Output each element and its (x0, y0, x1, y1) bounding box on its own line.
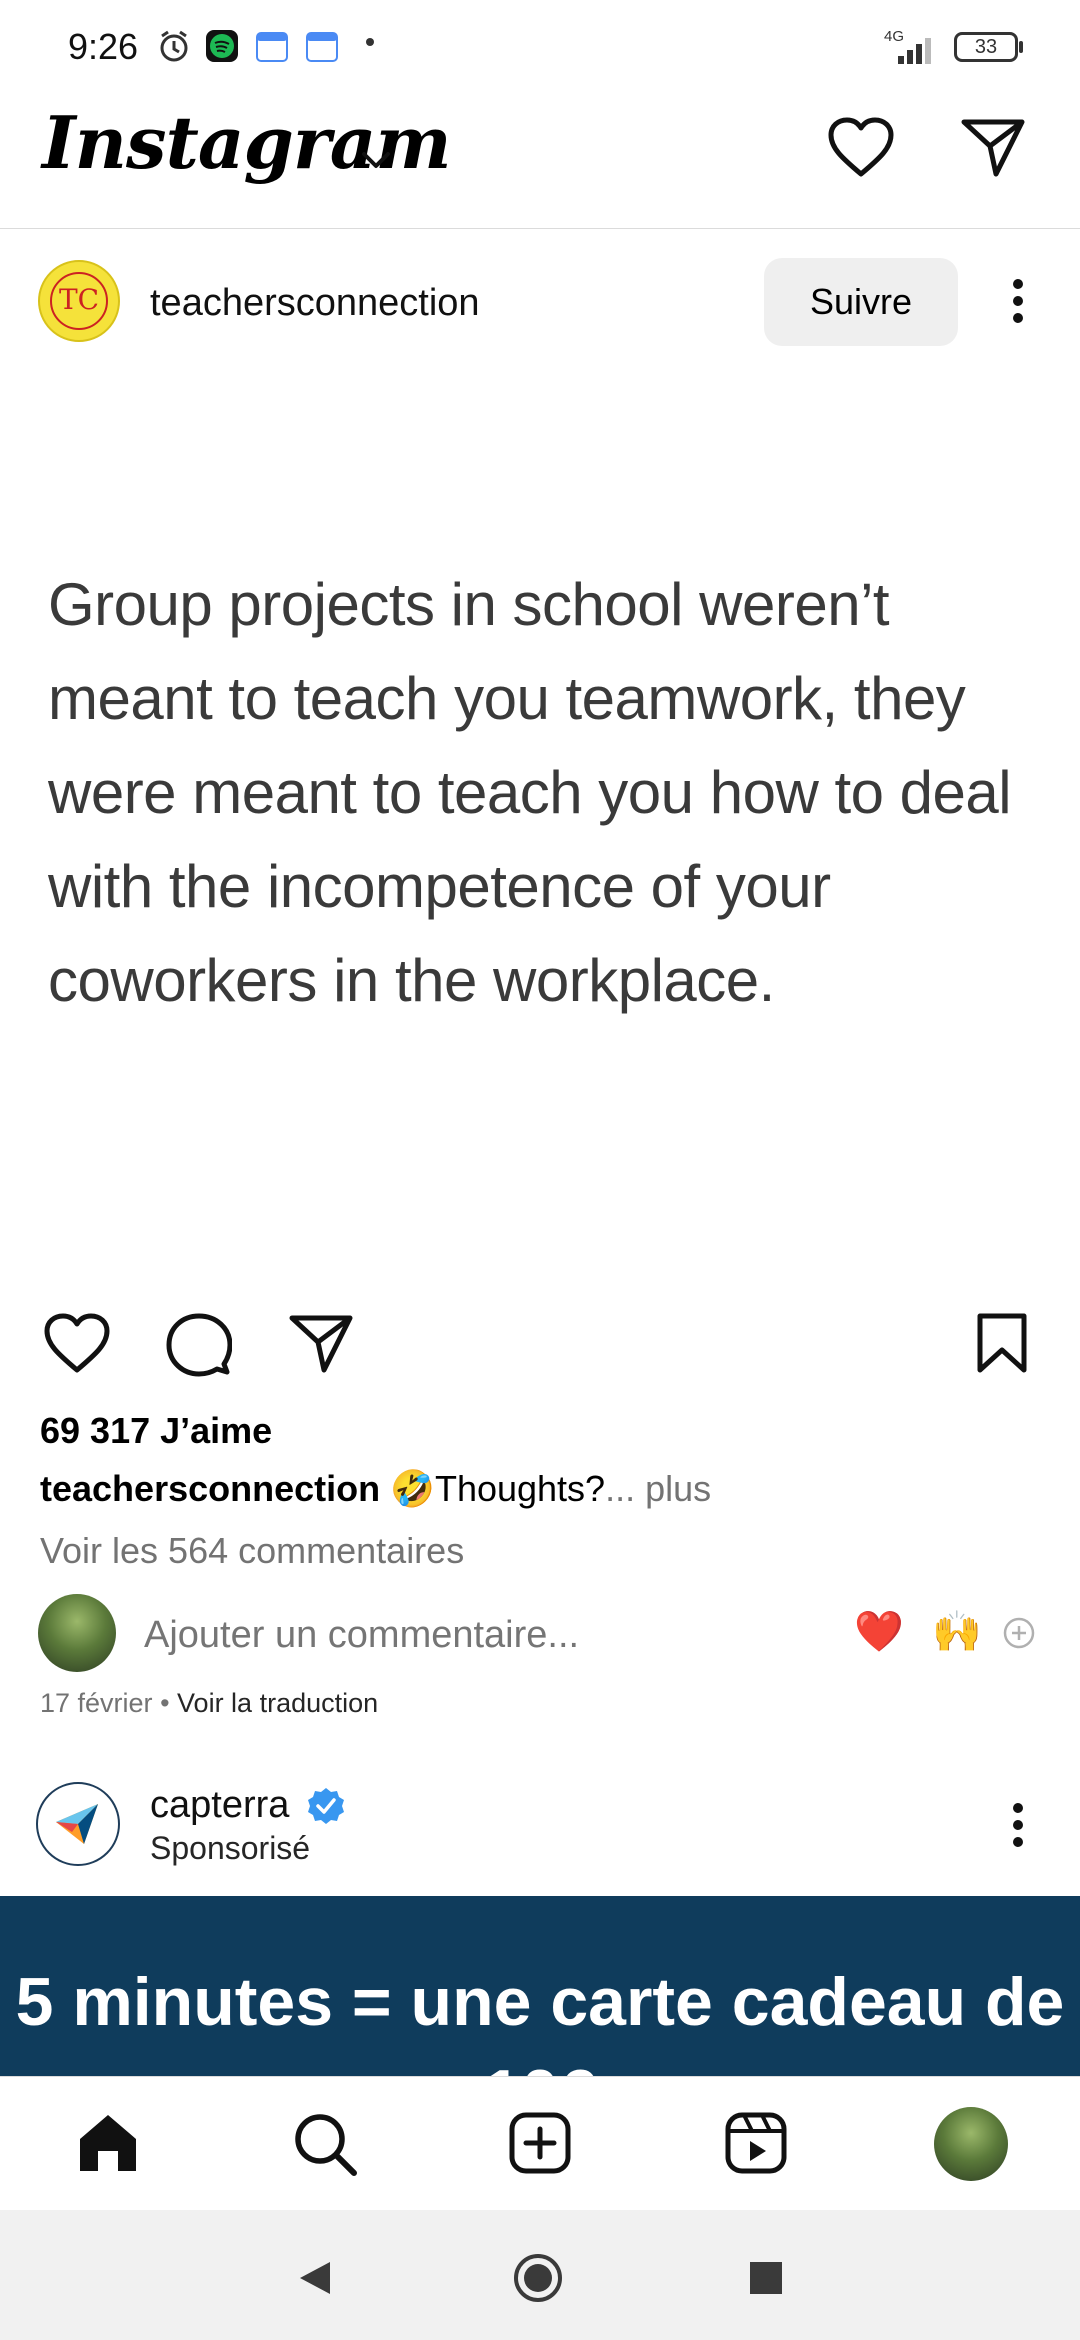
current-user-avatar (38, 1594, 116, 1672)
quote-line: with the incompetence of your (48, 853, 831, 920)
avatar-monogram: TC (50, 272, 108, 330)
more-options-icon[interactable] (1004, 276, 1032, 326)
signal-icon (898, 38, 931, 64)
post-author-avatar[interactable]: TC (38, 260, 120, 342)
caption-username[interactable]: teachersconnection (40, 1468, 380, 1509)
sponsored-label: Sponsorisé (150, 1830, 311, 1866)
follow-button[interactable]: Suivre (764, 258, 958, 346)
sponsor-more-options-icon[interactable] (1004, 1800, 1032, 1850)
quote-line: meant to teach you teamwork, they (48, 665, 966, 732)
battery-tip (1019, 41, 1023, 53)
caption-emoji: 🤣 (390, 1468, 435, 1509)
share-icon[interactable] (288, 1312, 354, 1374)
add-reaction-icon[interactable] (1002, 1616, 1036, 1650)
post-date-row: 17 février • Voir la traduction (40, 1688, 378, 1719)
comment-bubble-icon[interactable] (166, 1312, 232, 1378)
home-button-icon[interactable] (512, 2252, 564, 2304)
recents-icon[interactable] (748, 2260, 784, 2296)
calendar-icon-2 (306, 32, 338, 62)
reels-icon[interactable] (724, 2111, 788, 2175)
caption-text: Thoughts? (434, 1468, 606, 1509)
system-navigation-bar (0, 2210, 1080, 2340)
back-icon[interactable] (296, 2258, 334, 2298)
chevron-down-icon[interactable] (358, 146, 394, 174)
battery-level: 33 (974, 36, 998, 58)
like-heart-icon[interactable] (42, 1312, 112, 1376)
sponsored-ad-image[interactable]: 5 minutes = une carte cadeau de 10€ (0, 1896, 1080, 2076)
notification-dot (366, 38, 374, 46)
post-caption: teachersconnection 🤣Thoughts?... plus (40, 1468, 711, 1510)
home-icon[interactable] (76, 2111, 140, 2175)
sponsor-avatar[interactable] (36, 1782, 120, 1866)
sponsor-username[interactable]: capterra (150, 1784, 289, 1827)
quick-reaction-heart[interactable]: ❤️ (854, 1608, 904, 1655)
calendar-icon (256, 32, 288, 62)
post-author-username[interactable]: teachersconnection (150, 282, 480, 325)
battery-indicator: 33 (954, 32, 1018, 62)
translate-link[interactable]: Voir la traduction (177, 1688, 378, 1718)
notifications-heart-icon[interactable] (826, 116, 896, 180)
verified-badge-icon (308, 1788, 344, 1824)
search-icon[interactable] (292, 2111, 358, 2177)
spotify-icon (206, 30, 238, 62)
bottom-navigation (0, 2076, 1080, 2211)
caption-more-link[interactable]: ... plus (605, 1468, 711, 1509)
quick-reaction-raised-hands[interactable]: 🙌 (932, 1608, 982, 1655)
post-image[interactable]: Group projects in school weren’t meant t… (0, 372, 1080, 1272)
status-time: 9:26 (68, 26, 139, 67)
quote-line: coworkers in the workplace. (48, 947, 775, 1014)
alarm-icon (160, 30, 188, 62)
post-date: 17 février (40, 1688, 153, 1718)
quote-line: were meant to teach you how to deal (48, 759, 1012, 826)
capterra-logo-icon (56, 1804, 98, 1844)
date-separator: • (152, 1688, 178, 1718)
quote-line: Group projects in school weren’t (48, 571, 890, 638)
direct-messages-icon[interactable] (960, 116, 1026, 178)
status-bar: 9:26 4G 33 (0, 0, 1080, 96)
profile-tab-avatar[interactable] (934, 2107, 1008, 2181)
ad-headline: 5 minutes = une carte cadeau de 10€ (15, 1964, 1065, 2076)
save-bookmark-icon[interactable] (974, 1312, 1030, 1374)
comment-input[interactable] (142, 1608, 746, 1662)
like-count[interactable]: 69 317 J’aime (40, 1410, 272, 1452)
create-post-icon[interactable] (508, 2111, 572, 2175)
view-comments-link[interactable]: Voir les 564 commentaires (40, 1530, 464, 1572)
